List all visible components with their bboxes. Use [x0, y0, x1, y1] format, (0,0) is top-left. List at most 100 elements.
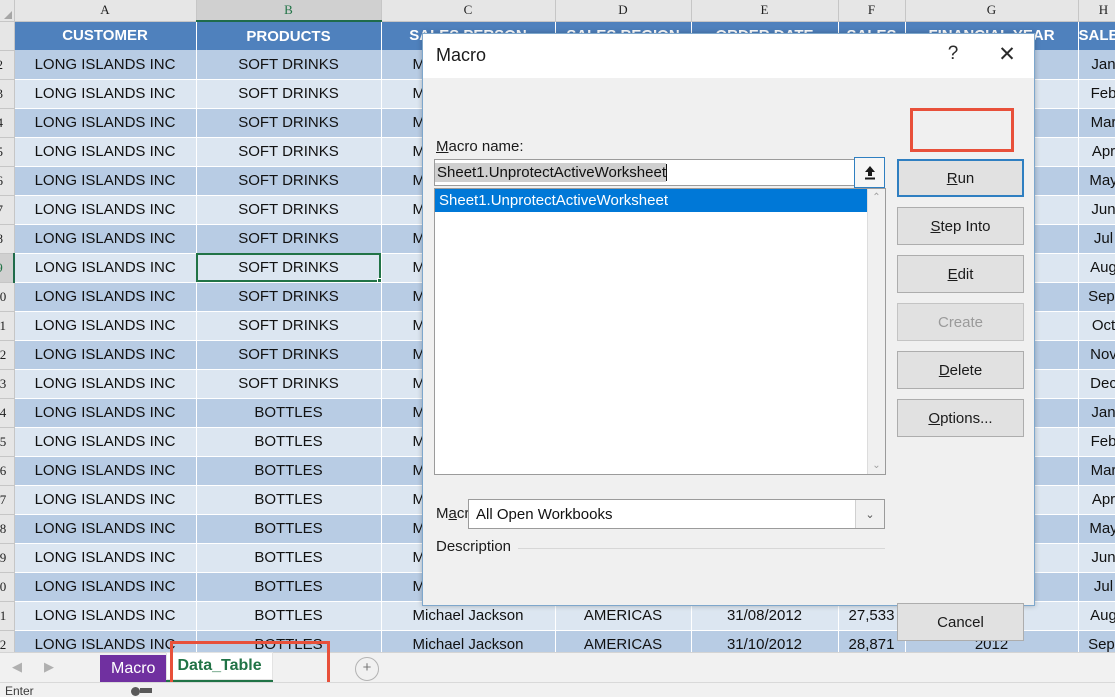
- table-cell[interactable]: Jun: [1078, 543, 1115, 572]
- table-cell[interactable]: BOTTLES: [196, 485, 381, 514]
- row-header-16[interactable]: 16: [0, 456, 14, 485]
- table-cell[interactable]: LONG ISLANDS INC: [14, 369, 196, 398]
- row-header-20[interactable]: 20: [0, 572, 14, 601]
- row-header-11[interactable]: 11: [0, 311, 14, 340]
- selected-cell[interactable]: SOFT DRINKS: [196, 253, 381, 282]
- table-cell[interactable]: LONG ISLANDS INC: [14, 572, 196, 601]
- row-header-15[interactable]: 15: [0, 427, 14, 456]
- table-cell[interactable]: BOTTLES: [196, 601, 381, 630]
- table-cell[interactable]: LONG ISLANDS INC: [14, 601, 196, 630]
- table-cell[interactable]: LONG ISLANDS INC: [14, 137, 196, 166]
- column-header-c[interactable]: C: [381, 0, 555, 21]
- next-sheet-arrow-icon[interactable]: ▶: [40, 657, 58, 677]
- table-cell[interactable]: LONG ISLANDS INC: [14, 543, 196, 572]
- sheet-tab-macro[interactable]: Macro: [100, 655, 166, 683]
- table-cell[interactable]: LONG ISLANDS INC: [14, 253, 196, 282]
- table-cell[interactable]: Jul: [1078, 224, 1115, 253]
- table-cell[interactable]: SOFT DRINKS: [196, 108, 381, 137]
- table-cell[interactable]: Mar: [1078, 108, 1115, 137]
- row-header-14[interactable]: 14: [0, 398, 14, 427]
- table-cell[interactable]: May: [1078, 514, 1115, 543]
- table-cell[interactable]: BOTTLES: [196, 456, 381, 485]
- table-cell[interactable]: Nov: [1078, 340, 1115, 369]
- dialog-title-bar[interactable]: Macro ? ✕: [423, 34, 1034, 78]
- table-cell[interactable]: Feb: [1078, 427, 1115, 456]
- macro-list-item[interactable]: Sheet1.UnprotectActiveWorksheet: [435, 189, 885, 212]
- column-header-e[interactable]: E: [691, 0, 838, 21]
- table-cell[interactable]: LONG ISLANDS INC: [14, 427, 196, 456]
- table-cell[interactable]: LONG ISLANDS INC: [14, 340, 196, 369]
- table-cell[interactable]: BOTTLES: [196, 398, 381, 427]
- table-cell[interactable]: SOFT DRINKS: [196, 224, 381, 253]
- close-icon[interactable]: ✕: [984, 34, 1030, 74]
- table-cell[interactable]: LONG ISLANDS INC: [14, 456, 196, 485]
- row-header-7[interactable]: 7: [0, 195, 14, 224]
- macros-in-select[interactable]: All Open Workbooks ⌄: [468, 499, 885, 529]
- select-all-corner[interactable]: [0, 0, 14, 21]
- table-cell[interactable]: LONG ISLANDS INC: [14, 50, 196, 79]
- table-cell[interactable]: BOTTLES: [196, 572, 381, 601]
- table-cell[interactable]: BOTTLES: [196, 514, 381, 543]
- scroll-down-icon[interactable]: ⌄: [868, 457, 885, 474]
- delete-button[interactable]: Delete: [897, 351, 1024, 389]
- row-header-4[interactable]: 4: [0, 108, 14, 137]
- row-header-9[interactable]: 9: [0, 253, 14, 282]
- column-header-f[interactable]: F: [838, 0, 905, 21]
- table-cell[interactable]: SOFT DRINKS: [196, 137, 381, 166]
- row-header-18[interactable]: 18: [0, 514, 14, 543]
- cancel-button[interactable]: Cancel: [897, 603, 1024, 641]
- table-cell[interactable]: Jun: [1078, 195, 1115, 224]
- edit-button[interactable]: Edit: [897, 255, 1024, 293]
- table-cell[interactable]: Aug: [1078, 601, 1115, 630]
- column-header-h[interactable]: H: [1078, 0, 1115, 21]
- row-header-1[interactable]: [0, 21, 14, 50]
- table-cell[interactable]: SOFT DRINKS: [196, 166, 381, 195]
- table-cell[interactable]: LONG ISLANDS INC: [14, 79, 196, 108]
- table-cell[interactable]: Sept: [1078, 282, 1115, 311]
- table-cell[interactable]: Jul: [1078, 572, 1115, 601]
- row-header-2[interactable]: 2: [0, 50, 14, 79]
- row-header-8[interactable]: 8: [0, 224, 14, 253]
- macro-list-scrollbar[interactable]: ⌃ ⌄: [867, 189, 885, 474]
- table-cell[interactable]: SOFT DRINKS: [196, 195, 381, 224]
- row-header-5[interactable]: 5: [0, 137, 14, 166]
- table-cell[interactable]: SOFT DRINKS: [196, 282, 381, 311]
- row-header-3[interactable]: 3: [0, 79, 14, 108]
- table-cell[interactable]: LONG ISLANDS INC: [14, 398, 196, 427]
- table-cell[interactable]: Aug: [1078, 253, 1115, 282]
- table-cell[interactable]: LONG ISLANDS INC: [14, 224, 196, 253]
- options-button[interactable]: Options...: [897, 399, 1024, 437]
- table-cell[interactable]: Apr: [1078, 137, 1115, 166]
- add-sheet-icon[interactable]: +: [355, 657, 379, 681]
- row-header-13[interactable]: 13: [0, 369, 14, 398]
- table-cell[interactable]: Jan: [1078, 50, 1115, 79]
- column-header-g[interactable]: G: [905, 0, 1078, 21]
- table-cell[interactable]: LONG ISLANDS INC: [14, 282, 196, 311]
- table-cell[interactable]: SOFT DRINKS: [196, 340, 381, 369]
- column-header-b[interactable]: B: [196, 0, 381, 21]
- row-header-6[interactable]: 6: [0, 166, 14, 195]
- macro-list[interactable]: Sheet1.UnprotectActiveWorksheet ⌃ ⌄: [434, 188, 886, 475]
- row-header-10[interactable]: 10: [0, 282, 14, 311]
- table-cell[interactable]: LONG ISLANDS INC: [14, 195, 196, 224]
- table-cell[interactable]: LONG ISLANDS INC: [14, 514, 196, 543]
- table-cell[interactable]: May: [1078, 166, 1115, 195]
- row-header-17[interactable]: 17: [0, 485, 14, 514]
- table-cell[interactable]: LONG ISLANDS INC: [14, 108, 196, 137]
- column-header-d[interactable]: D: [555, 0, 691, 21]
- row-header-19[interactable]: 19: [0, 543, 14, 572]
- table-cell[interactable]: LONG ISLANDS INC: [14, 485, 196, 514]
- chevron-down-icon[interactable]: ⌄: [855, 500, 884, 528]
- table-cell[interactable]: LONG ISLANDS INC: [14, 166, 196, 195]
- table-cell[interactable]: SOFT DRINKS: [196, 311, 381, 340]
- table-cell[interactable]: Oct: [1078, 311, 1115, 340]
- table-cell[interactable]: SOFT DRINKS: [196, 369, 381, 398]
- step-into-button[interactable]: Step Into: [897, 207, 1024, 245]
- upload-arrow-icon[interactable]: [854, 157, 885, 188]
- row-header-12[interactable]: 12: [0, 340, 14, 369]
- table-cell[interactable]: BOTTLES: [196, 427, 381, 456]
- table-cell[interactable]: SOFT DRINKS: [196, 50, 381, 79]
- run-button[interactable]: Run: [897, 159, 1024, 197]
- table-cell[interactable]: LONG ISLANDS INC: [14, 311, 196, 340]
- macro-name-input[interactable]: Sheet1.UnprotectActiveWorksheet: [434, 159, 855, 186]
